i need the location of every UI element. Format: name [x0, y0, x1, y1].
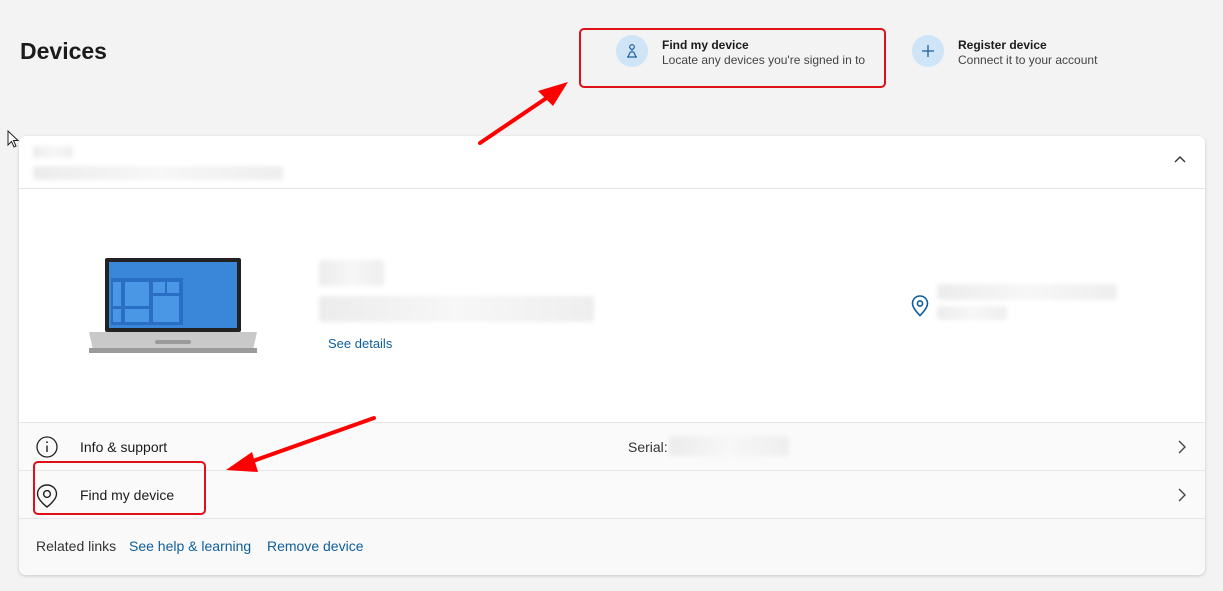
- serial-label: Serial:: [628, 438, 668, 455]
- see-help-learning-link[interactable]: See help & learning: [129, 538, 251, 554]
- redacted-device-info: [33, 166, 283, 180]
- remove-device-link[interactable]: Remove device: [267, 538, 364, 554]
- redacted-model-name: [319, 260, 384, 286]
- redacted-serial: [669, 436, 789, 456]
- redacted-location: [937, 284, 1117, 300]
- info-support-label: Info & support: [80, 438, 168, 455]
- see-details-link[interactable]: See details: [328, 336, 392, 351]
- info-icon: [36, 436, 58, 458]
- chevron-up-icon[interactable]: [1173, 154, 1187, 164]
- redacted-model-info: [319, 296, 594, 322]
- chevron-right-icon: [1178, 440, 1186, 454]
- highlight-box-top: [579, 28, 886, 88]
- laptop-icon: [89, 258, 257, 353]
- plus-icon: [912, 35, 944, 67]
- redacted-location-time: [937, 306, 1007, 320]
- register-device-title: Register device: [958, 38, 1047, 52]
- device-card-header[interactable]: [19, 136, 1205, 189]
- highlight-box-bottom: [33, 461, 206, 515]
- page-title: Devices: [20, 38, 107, 64]
- chevron-right-icon: [1178, 488, 1186, 502]
- location-pin-icon: [911, 295, 929, 317]
- related-links-bar: Related links See help & learning Remove…: [19, 518, 1205, 575]
- related-links-label: Related links: [36, 538, 117, 554]
- redacted-device-name: [33, 146, 73, 158]
- register-device-subtitle: Connect it to your account: [958, 53, 1098, 67]
- annotation-arrow-top: [478, 82, 568, 145]
- register-device-action[interactable]: Register device Connect it to your accou…: [912, 33, 1097, 68]
